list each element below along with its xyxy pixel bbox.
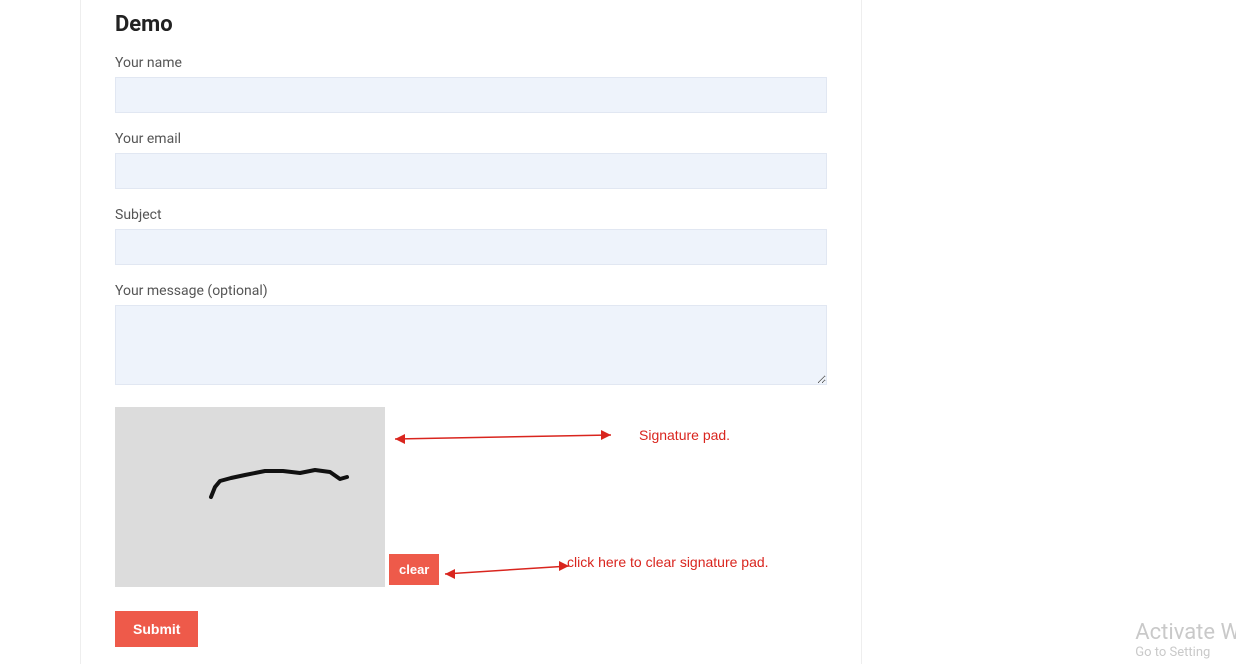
arrow-clear-hint <box>439 560 599 590</box>
clear-row: clear click here to clear signature pad. <box>389 554 827 585</box>
annotation-signature-pad: Signature pad. <box>639 427 730 443</box>
windows-activation-watermark: Activate W Go to Setting <box>1135 620 1236 660</box>
subject-label: Subject <box>115 207 827 223</box>
arrow-signature-pad <box>391 423 651 463</box>
content-card: Demo Your name Your email Subject Your m… <box>80 0 862 664</box>
clear-button[interactable]: clear <box>389 554 439 585</box>
name-input[interactable] <box>115 77 827 113</box>
email-label: Your email <box>115 131 827 147</box>
email-input[interactable] <box>115 153 827 189</box>
signature-pad[interactable] <box>115 407 385 587</box>
name-label: Your name <box>115 55 827 71</box>
watermark-line1: Activate W <box>1135 620 1236 645</box>
field-name: Your name <box>115 55 827 113</box>
page-title: Demo <box>115 12 827 37</box>
submit-button[interactable]: Submit <box>115 611 198 647</box>
subject-input[interactable] <box>115 229 827 265</box>
message-label: Your message (optional) <box>115 283 827 299</box>
message-textarea[interactable] <box>115 305 827 385</box>
watermark-line2: Go to Setting <box>1135 645 1236 660</box>
field-message: Your message (optional) <box>115 283 827 389</box>
field-email: Your email <box>115 131 827 189</box>
field-subject: Subject <box>115 207 827 265</box>
